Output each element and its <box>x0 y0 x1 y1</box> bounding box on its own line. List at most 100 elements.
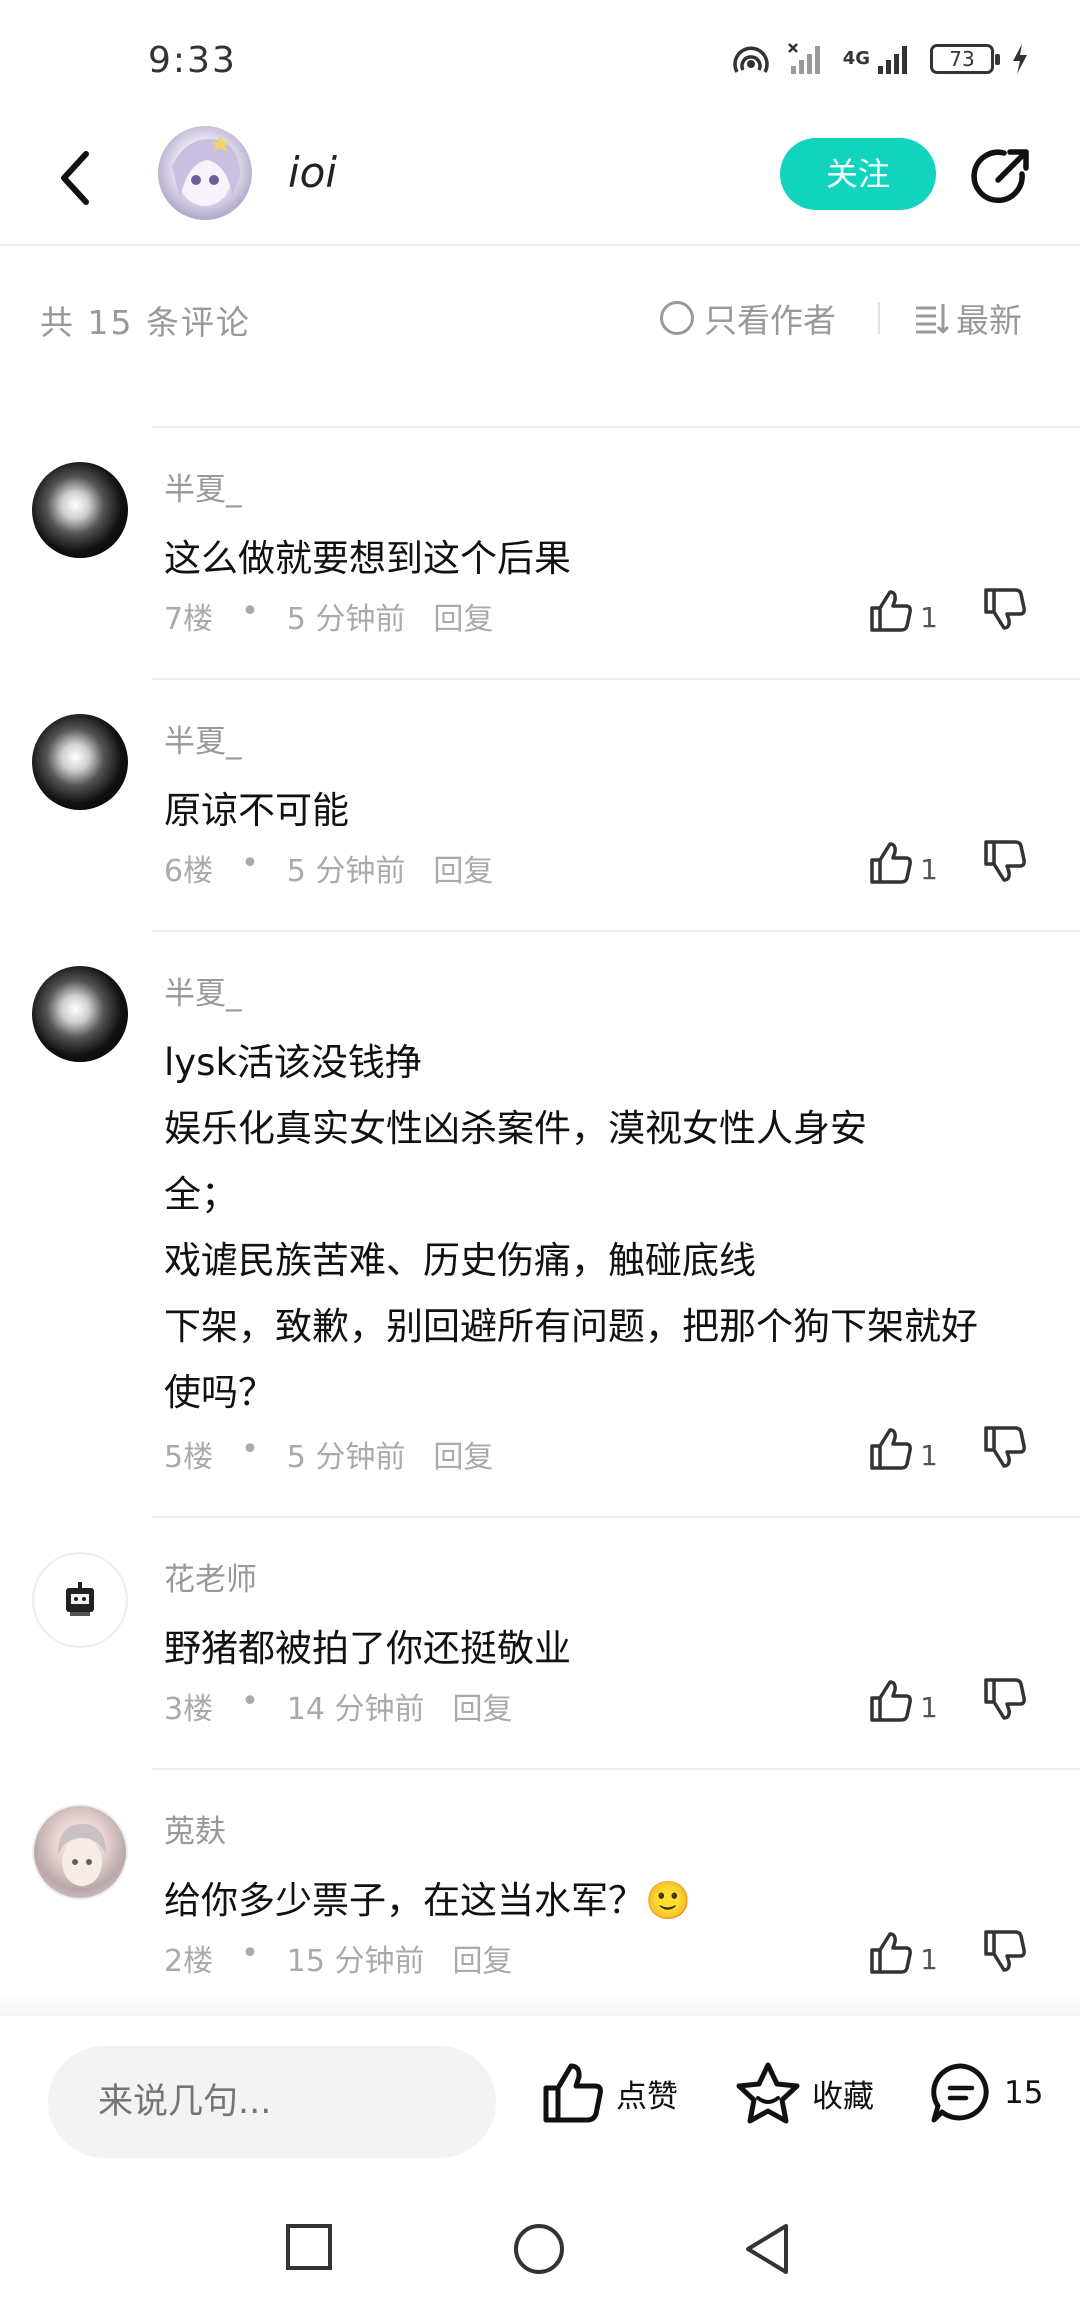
charging-icon <box>1013 44 1027 74</box>
dislike-button[interactable] <box>982 1928 1028 1978</box>
comment-time: 14 分钟前 <box>286 1692 425 1727</box>
status-icons: 4G 73 <box>731 42 1030 76</box>
comment-line: 娱乐化真实女性凶杀案件，漠视女性人身安 <box>164 1107 867 1150</box>
like-count: 1 <box>920 1943 938 1976</box>
dislike-button[interactable] <box>982 1424 1028 1474</box>
thumbs-down-icon <box>984 1678 1026 1720</box>
comment-input[interactable] <box>48 2046 496 2158</box>
thumbs-down-icon <box>984 840 1026 882</box>
comment-divider <box>152 678 1080 680</box>
post-header: ioi 关注 <box>0 120 1080 246</box>
comment-line: 原谅不可能 <box>164 789 349 832</box>
comment-item: 半夏_ lysk活该没钱挣 娱乐化真实女性凶杀案件，漠视女性人身安 全； 戏谑民… <box>0 930 1080 1516</box>
signal-icon <box>878 46 907 74</box>
chevron-left-icon <box>61 151 89 205</box>
comment-floor: 7楼 <box>164 602 214 637</box>
reply-button[interactable]: 回复 <box>433 594 493 638</box>
thumbs-down-icon <box>984 588 1026 630</box>
comment-line: 给你多少票子，在这当水军？🙂 <box>164 1879 692 1922</box>
comment-text: 给你多少票子，在这当水军？🙂 <box>164 1868 1044 1934</box>
comment-actions: 1 <box>868 1928 1028 1978</box>
favorite-button[interactable]: 收藏 <box>734 2060 874 2126</box>
comment-line: 使吗？ <box>164 1371 275 1414</box>
author-avatar[interactable] <box>158 126 252 220</box>
thumbs-up-icon <box>870 1932 913 1974</box>
triangle-back-icon <box>746 2224 788 2274</box>
commenter-avatar[interactable] <box>32 1552 128 1648</box>
comment-meta: 2楼 • 15 分钟前 回复 <box>164 1936 513 1980</box>
reply-button[interactable]: 回复 <box>433 1432 493 1476</box>
comment-floor: 5楼 <box>164 1440 214 1475</box>
comment-time: 5 分钟前 <box>286 854 406 889</box>
comment-floor: 6楼 <box>164 854 214 889</box>
comment-text: lysk活该没钱挣 娱乐化真实女性凶杀案件，漠视女性人身安 全； 戏谑民族苦难、… <box>164 1030 1044 1426</box>
commenter-avatar[interactable] <box>32 462 128 558</box>
commenter-avatar[interactable] <box>32 1804 128 1900</box>
like-button[interactable]: 1 <box>868 1678 938 1724</box>
comment-actions: 1 <box>868 586 1028 636</box>
dislike-button[interactable] <box>982 586 1028 636</box>
reply-button[interactable]: 回复 <box>453 1684 513 1728</box>
author-username[interactable]: ioi <box>288 148 337 197</box>
square-icon <box>286 2224 332 2270</box>
like-button[interactable]: 1 <box>868 1426 938 1472</box>
comment-actions: 1 <box>868 838 1028 888</box>
comment-item: 半夏_ 这么做就要想到这个后果 7楼 • 5 分钟前 回复 1 <box>0 426 1080 678</box>
like-post-button[interactable]: 点赞 <box>540 2060 678 2126</box>
comment-text: 这么做就要想到这个后果 <box>164 526 1044 592</box>
comment-text: 野猪都被拍了你还挺敬业 <box>164 1616 1044 1682</box>
commenter-name[interactable]: 半夏_ <box>164 968 242 1013</box>
dislike-button[interactable] <box>982 1676 1028 1726</box>
commenter-name[interactable]: 半夏_ <box>164 716 242 761</box>
comment-actions: 1 <box>868 1676 1028 1726</box>
hotspot-icon <box>733 46 769 73</box>
meta-dot: • <box>241 846 259 881</box>
network-type: 4G <box>842 48 870 69</box>
author-only-label: 只看作者 <box>704 301 836 340</box>
comment-meta: 3楼 • 14 分钟前 回复 <box>164 1684 513 1728</box>
like-count: 1 <box>920 1439 938 1472</box>
status-bar: 9:33 4G 73 <box>0 0 1080 120</box>
dislike-button[interactable] <box>982 838 1028 888</box>
thumbs-up-icon <box>870 842 913 884</box>
like-button[interactable]: 1 <box>868 840 938 886</box>
nav-back-button[interactable] <box>742 2222 792 2280</box>
favorite-label: 收藏 <box>812 2078 874 2115</box>
home-button[interactable] <box>512 2222 566 2280</box>
like-count: 1 <box>920 1691 938 1724</box>
back-button[interactable] <box>48 142 108 214</box>
bottom-action-bar: 点赞 收藏 15 <box>0 1992 1080 2186</box>
thumbs-up-icon <box>543 2063 603 2123</box>
sort-button[interactable]: 最新 <box>914 294 1022 342</box>
comment-actions: 1 <box>868 1424 1028 1474</box>
thumbs-up-icon <box>870 590 913 632</box>
like-button[interactable]: 1 <box>868 1930 938 1976</box>
meta-dot: • <box>241 1936 259 1971</box>
commenter-name[interactable]: 花老师 <box>164 1554 257 1599</box>
comments-button[interactable]: 15 <box>928 2060 1043 2126</box>
commenter-name[interactable]: 莵麸 <box>164 1806 226 1851</box>
comment-total: 15 <box>1004 2075 1044 2111</box>
status-time: 9:33 <box>148 40 237 81</box>
thumbs-up-icon <box>870 1680 913 1722</box>
reply-button[interactable]: 回复 <box>453 1936 513 1980</box>
comment-time: 5 分钟前 <box>286 1440 406 1475</box>
recents-button[interactable] <box>284 2222 334 2276</box>
comment-line: 这么做就要想到这个后果 <box>164 537 571 580</box>
comment-floor: 2楼 <box>164 1944 214 1979</box>
commenter-avatar[interactable] <box>32 714 128 810</box>
comment-floor: 3楼 <box>164 1692 214 1727</box>
star-icon <box>736 2062 800 2124</box>
reply-button[interactable]: 回复 <box>433 846 493 890</box>
comment-line: lysk活该没钱挣 <box>164 1041 422 1084</box>
like-post-label: 点赞 <box>616 2078 678 2115</box>
commenter-name[interactable]: 半夏_ <box>164 464 242 509</box>
like-button[interactable]: 1 <box>868 588 938 634</box>
follow-button[interactable]: 关注 <box>780 138 936 210</box>
like-count: 1 <box>920 601 938 634</box>
commenter-avatar[interactable] <box>32 966 128 1062</box>
battery-indicator: 73 <box>930 44 1000 74</box>
author-only-toggle[interactable]: 只看作者 <box>660 294 836 342</box>
share-button[interactable] <box>968 144 1034 210</box>
comment-divider <box>152 426 1080 428</box>
